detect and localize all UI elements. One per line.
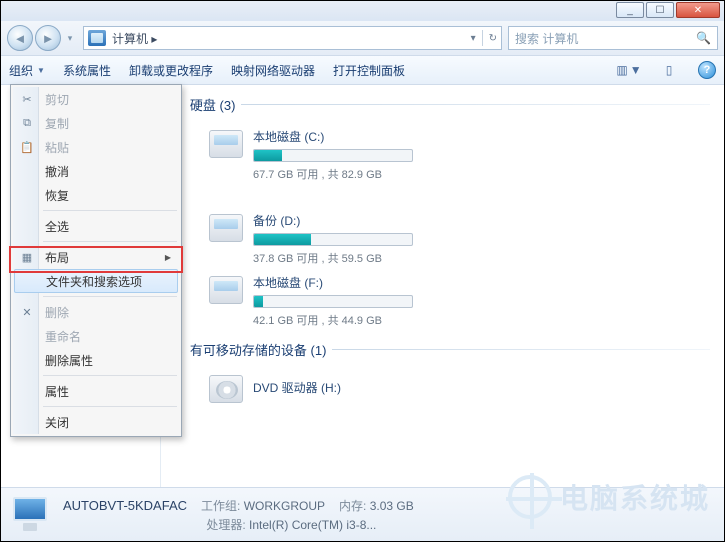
drive-usage-bar: [253, 233, 413, 246]
memory-value: 3.03 GB: [370, 499, 414, 513]
command-toolbar: 组织▼ 系统属性 卸载或更改程序 映射网络驱动器 打开控制面板 ▥▼ ▯ ?: [1, 55, 724, 85]
organize-button[interactable]: 组织▼: [9, 62, 45, 79]
menu-select-all[interactable]: 全选: [13, 214, 179, 238]
cpu-value: Intel(R) Core(TM) i3-8...: [249, 518, 376, 532]
menu-copy: ⧉ 复制: [13, 111, 179, 135]
memory-label: 内存:: [339, 499, 366, 513]
window-controls: _ ☐ ✕: [616, 2, 720, 18]
search-icon: 🔍: [696, 31, 711, 45]
drive-info: 67.7 GB 可用 , 共 82.9 GB: [253, 166, 469, 182]
nav-arrows: ◄ ► ▾: [7, 25, 77, 51]
view-icon: ▥: [616, 63, 627, 77]
change-view-button[interactable]: ▥▼: [618, 60, 640, 80]
map-network-drive-button[interactable]: 映射网络驱动器: [231, 62, 315, 79]
address-text: 计算机 ▸: [112, 30, 465, 47]
search-placeholder: 搜索 计算机: [515, 30, 578, 47]
maximize-button[interactable]: ☐: [646, 2, 674, 18]
menu-remove-properties[interactable]: 删除属性: [13, 348, 179, 372]
paste-icon: 📋: [19, 139, 35, 155]
dvd-icon: [209, 375, 243, 403]
menu-close[interactable]: 关闭: [13, 410, 179, 434]
menu-delete: ✕ 删除: [13, 300, 179, 324]
hard-drives-row: 本地磁盘 (C:) 67.7 GB 可用 , 共 82.9 GB 备份 (D:)…: [209, 128, 710, 266]
computer-icon: [88, 30, 106, 46]
drive-usage-bar: [253, 295, 413, 308]
navigation-bar: ◄ ► ▾ 计算机 ▸ ▾ ↻ 搜索 计算机 🔍: [1, 21, 724, 55]
open-control-panel-button[interactable]: 打开控制面板: [333, 62, 405, 79]
drive-name: DVD 驱动器 (H:): [253, 379, 469, 396]
menu-rename: 重命名: [13, 324, 179, 348]
system-properties-button[interactable]: 系统属性: [63, 62, 111, 79]
menu-layout[interactable]: ▦ 布局: [13, 245, 179, 269]
drive-name: 本地磁盘 (C:): [253, 128, 469, 145]
status-bar: AUTOBVT-5KDAFAC 工作组: WORKGROUP 内存: 3.03 …: [1, 487, 724, 541]
drive-d[interactable]: 备份 (D:) 37.8 GB 可用 , 共 59.5 GB: [209, 212, 469, 266]
removable-label: 有可移动存储的设备 (1): [190, 340, 327, 359]
drive-info: 37.8 GB 可用 , 共 59.5 GB: [253, 250, 469, 266]
address-bar[interactable]: 计算机 ▸ ▾ ↻: [83, 26, 502, 50]
nav-history-dropdown[interactable]: ▾: [63, 29, 77, 47]
drive-name: 备份 (D:): [253, 212, 469, 229]
title-bar: _ ☐ ✕: [1, 1, 724, 21]
removable-header[interactable]: ▲ 有可移动存储的设备 (1): [175, 336, 710, 363]
drive-icon: [209, 130, 243, 158]
copy-icon: ⧉: [19, 115, 35, 131]
workgroup-label: 工作组:: [201, 499, 240, 513]
hard-drives-header[interactable]: ▲ 硬盘 (3): [175, 91, 710, 118]
menu-paste: 📋 粘贴: [13, 135, 179, 159]
menu-properties[interactable]: 属性: [13, 379, 179, 403]
workgroup-value: WORKGROUP: [244, 499, 325, 513]
address-dropdown-icon[interactable]: ▾: [471, 33, 476, 44]
computer-name: AUTOBVT-5KDAFAC: [63, 498, 187, 513]
cut-icon: ✂: [19, 91, 35, 107]
menu-cut: ✂ 剪切: [13, 87, 179, 111]
removable-row: DVD 驱动器 (H:): [209, 373, 710, 403]
layout-icon: ▦: [19, 249, 35, 265]
menu-redo[interactable]: 恢复: [13, 183, 179, 207]
minimize-button[interactable]: _: [616, 2, 644, 18]
drive-c[interactable]: 本地磁盘 (C:) 67.7 GB 可用 , 共 82.9 GB: [209, 128, 469, 182]
dvd-drive[interactable]: DVD 驱动器 (H:): [209, 373, 469, 403]
uninstall-programs-button[interactable]: 卸载或更改程序: [129, 62, 213, 79]
menu-folder-options[interactable]: 文件夹和搜索选项: [14, 269, 178, 293]
drive-name: 本地磁盘 (F:): [253, 274, 469, 291]
delete-icon: ✕: [19, 304, 35, 320]
hard-drives-label: 硬盘 (3): [190, 95, 236, 114]
preview-pane-button[interactable]: ▯: [658, 60, 680, 80]
search-box[interactable]: 搜索 计算机 🔍: [508, 26, 718, 50]
forward-button[interactable]: ►: [35, 25, 61, 51]
close-button[interactable]: ✕: [676, 2, 720, 18]
menu-undo[interactable]: 撤消: [13, 159, 179, 183]
drive-icon: [209, 214, 243, 242]
drive-info: 42.1 GB 可用 , 共 44.9 GB: [253, 312, 469, 328]
back-button[interactable]: ◄: [7, 25, 33, 51]
cpu-label: 处理器:: [206, 518, 245, 532]
drive-f[interactable]: 本地磁盘 (F:) 42.1 GB 可用 , 共 44.9 GB: [209, 274, 469, 328]
organize-menu: ✂ 剪切 ⧉ 复制 📋 粘贴 撤消 恢复 全选 ▦ 布局 文件夹和搜索选项 ✕ …: [10, 84, 182, 437]
status-details: AUTOBVT-5KDAFAC 工作组: WORKGROUP 内存: 3.03 …: [63, 497, 414, 533]
drive-icon: [209, 276, 243, 304]
hard-drives-row-2: 本地磁盘 (F:) 42.1 GB 可用 , 共 44.9 GB: [209, 274, 710, 328]
help-button[interactable]: ?: [698, 61, 716, 79]
drive-usage-bar: [253, 149, 413, 162]
refresh-icon[interactable]: ↻: [489, 33, 497, 44]
computer-large-icon: [11, 495, 53, 535]
content-pane: ▲ 硬盘 (3) 本地磁盘 (C:) 67.7 GB 可用 , 共 82.9 G…: [161, 85, 724, 487]
